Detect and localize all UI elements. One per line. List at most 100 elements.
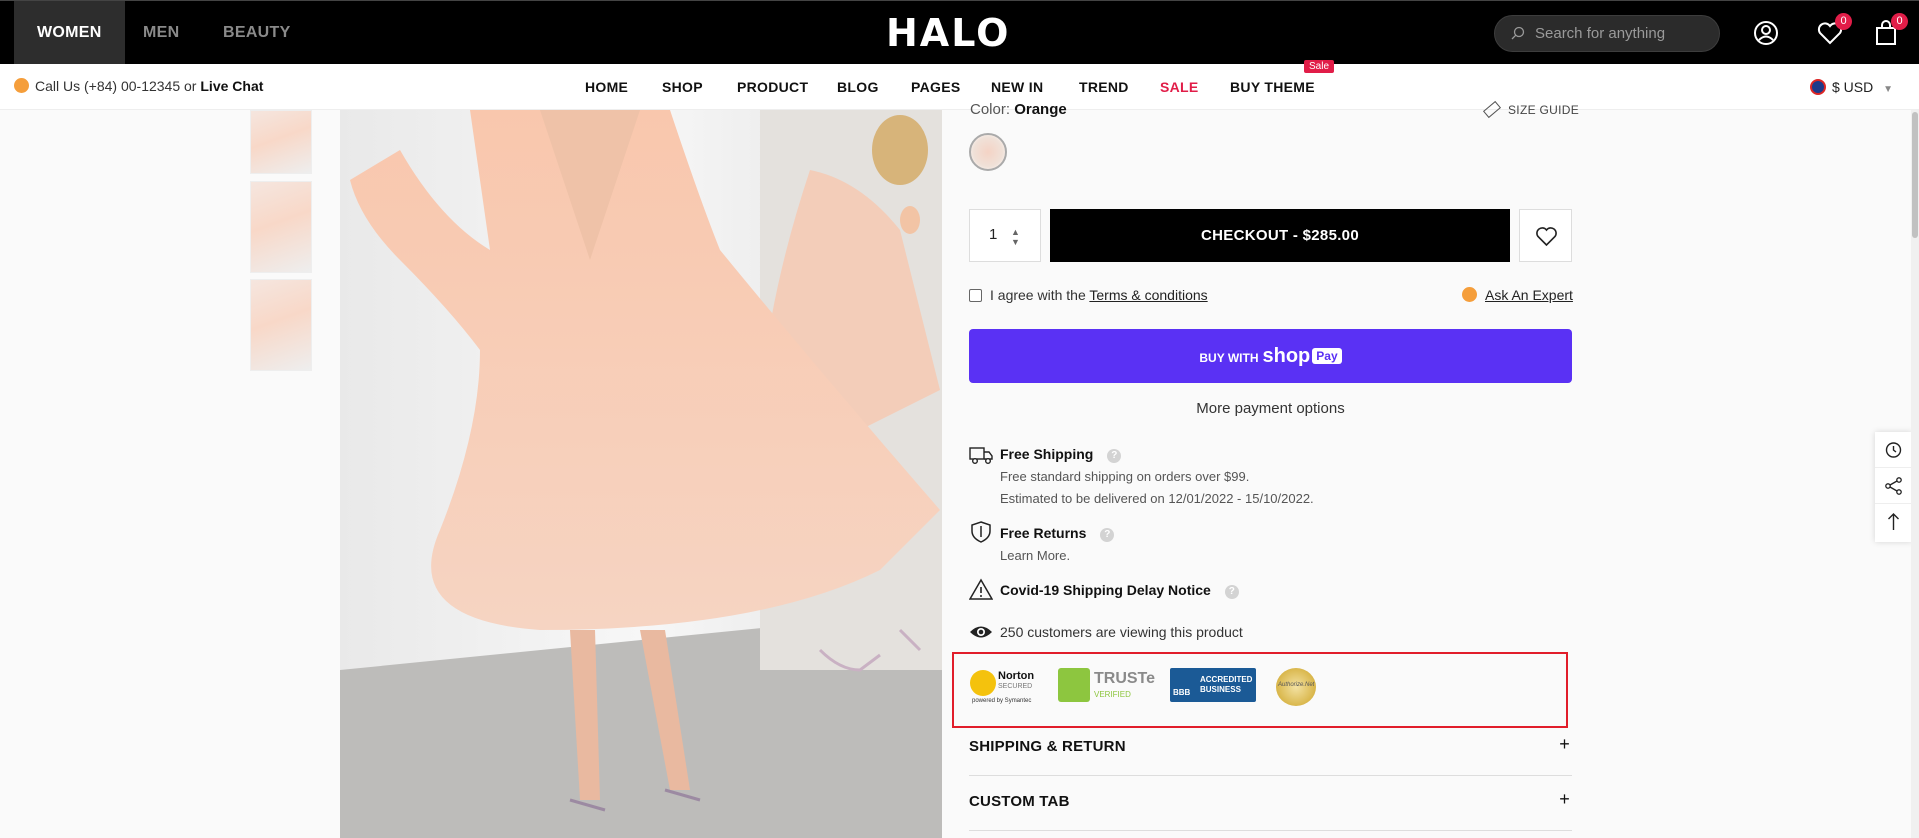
terms-agreement[interactable]: I agree with the Terms & conditions <box>969 287 1208 303</box>
covid-notice-label: Covid-19 Shipping Delay Notice <box>1000 582 1211 598</box>
cart-button[interactable]: 0 <box>1872 13 1908 47</box>
floating-tools <box>1875 432 1912 542</box>
live-chat-link[interactable]: Live Chat <box>200 78 263 94</box>
truste-icon <box>1058 668 1090 702</box>
viewers-count: 250 customers are viewing this product <box>1000 624 1243 640</box>
recently-viewed-button[interactable] <box>1875 432 1912 468</box>
truste-verified: VERIFIED <box>1094 690 1131 699</box>
call-text: Call Us (+84) 00-12345 or <box>35 78 197 94</box>
authorize-net-label: Authorize.Net <box>1278 682 1315 688</box>
color-label: Color: Orange <box>970 101 1067 118</box>
plus-icon[interactable]: + <box>1559 789 1570 810</box>
truck-icon <box>969 447 993 464</box>
sale-badge: Sale <box>1304 60 1335 73</box>
product-thumbnail[interactable] <box>250 279 312 371</box>
help-icon[interactable]: ? <box>1100 528 1115 542</box>
search-icon <box>1511 26 1525 40</box>
arrow-up-icon <box>1888 513 1899 530</box>
quantity-stepper[interactable]: 1 ▲ ▼ <box>969 209 1041 262</box>
trust-badges: Norton SECURED powered by Symantec TRUST… <box>952 652 1568 728</box>
nav-sale[interactable]: SALE <box>1160 79 1199 95</box>
product-thumbnail[interactable] <box>250 110 312 174</box>
share-button[interactable] <box>1875 468 1912 504</box>
scrollbar-thumb[interactable] <box>1912 112 1918 238</box>
quantity-down-icon[interactable]: ▼ <box>1011 237 1020 247</box>
bbb-label: BBB <box>1173 688 1191 697</box>
color-swatch-orange[interactable] <box>969 133 1007 171</box>
nav-home[interactable]: HOME <box>585 79 628 95</box>
product-main-image[interactable] <box>340 110 942 838</box>
uk-flag-icon <box>1810 79 1826 95</box>
nav-buy-theme[interactable]: BUY THEME <box>1230 79 1315 95</box>
size-guide-link[interactable]: SIZE GUIDE <box>1482 100 1579 119</box>
history-icon <box>1885 442 1902 458</box>
more-payment-options-link[interactable]: More payment options <box>969 400 1572 417</box>
checkout-button[interactable]: CHECKOUT - $285.00 <box>1050 209 1510 262</box>
eye-icon <box>970 626 992 638</box>
free-returns-label: Free Returns <box>1000 525 1087 541</box>
cart-count-badge: 0 <box>1891 13 1908 30</box>
terms-link[interactable]: Terms & conditions <box>1089 287 1207 303</box>
top-bar: WOMEN MEN BEAUTY HALO 0 0 <box>0 0 1919 65</box>
help-icon[interactable]: ? <box>1224 585 1239 599</box>
call-us: Call Us (+84) 00-12345 or Live Chat <box>14 78 263 94</box>
search-input[interactable] <box>1535 16 1713 51</box>
support-avatar-icon <box>14 78 29 93</box>
nav-new-in[interactable]: NEW IN <box>991 79 1043 95</box>
tab-beauty[interactable]: BEAUTY <box>200 1 314 65</box>
wishlist-count-badge: 0 <box>1835 13 1852 30</box>
chevron-down-icon: ▼ <box>1883 84 1894 95</box>
nav-product[interactable]: PRODUCT <box>737 79 808 95</box>
free-returns-title: Free Returns? <box>1000 525 1115 542</box>
account-icon[interactable] <box>1752 19 1780 47</box>
truste-label: TRUSTe <box>1094 670 1156 687</box>
learn-more-link[interactable]: Learn More. <box>1000 548 1070 563</box>
shipping-line-1: Free standard shipping on orders over $9… <box>1000 469 1250 484</box>
search-box[interactable] <box>1494 15 1720 52</box>
nav-trend[interactable]: TREND <box>1079 79 1129 95</box>
accordion-shipping-return[interactable]: SHIPPING & RETURN + <box>969 721 1572 776</box>
nav-blog[interactable]: BLOG <box>837 79 879 95</box>
tab-men[interactable]: MEN <box>120 1 202 65</box>
warning-icon <box>969 578 993 600</box>
site-logo[interactable]: HALO <box>886 11 1010 55</box>
ruler-icon <box>1482 100 1502 119</box>
nav-shop[interactable]: SHOP <box>662 79 703 95</box>
page-scrollbar[interactable] <box>1911 110 1919 838</box>
norton-powered: powered by Symantec <box>972 698 1032 704</box>
accordion-custom-tab[interactable]: CUSTOM TAB + <box>969 776 1572 831</box>
tab-women[interactable]: WOMEN <box>14 1 125 65</box>
norton-check-icon <box>970 670 996 696</box>
agree-text: I agree with the <box>990 287 1086 303</box>
main-nav: Call Us (+84) 00-12345 or Live Chat HOME… <box>0 64 1919 110</box>
share-icon <box>1885 477 1902 495</box>
color-prefix: Color: <box>970 101 1011 118</box>
color-value: Orange <box>1014 101 1067 118</box>
shop-pay-prefix: BUY WITH <box>1199 351 1259 365</box>
accordion-title: SHIPPING & RETURN <box>969 738 1126 755</box>
quantity-value[interactable]: 1 <box>989 226 997 243</box>
add-to-wishlist-button[interactable] <box>1519 209 1572 262</box>
truste-badge: TRUSTe VERIFIED <box>1058 668 1156 704</box>
bbb-accredited: ACCREDITED <box>1200 675 1253 684</box>
heart-icon <box>1536 227 1557 247</box>
shipping-line-2: Estimated to be delivered on 12/01/2022 … <box>1000 491 1314 506</box>
terms-checkbox[interactable] <box>969 289 982 302</box>
back-to-top-button[interactable] <box>1875 504 1912 540</box>
norton-badge: Norton SECURED powered by Symantec <box>970 668 1042 704</box>
free-shipping-label: Free Shipping <box>1000 446 1094 462</box>
nav-pages[interactable]: PAGES <box>911 79 960 95</box>
bbb-business: BUSINESS <box>1200 685 1241 694</box>
product-thumbnail[interactable] <box>250 181 312 273</box>
ask-expert-label[interactable]: Ask An Expert <box>1485 287 1573 303</box>
covid-notice-title: Covid-19 Shipping Delay Notice? <box>1000 582 1239 599</box>
currency-selector[interactable]: $ USD ▼ <box>1810 79 1893 95</box>
shop-pay-button[interactable]: BUY WITH shop Pay <box>969 329 1572 383</box>
wishlist-button[interactable]: 0 <box>1816 13 1852 47</box>
ask-expert-link[interactable]: Ask An Expert <box>1462 287 1573 303</box>
help-icon[interactable]: ? <box>1107 449 1122 463</box>
currency-label: $ USD <box>1832 79 1874 95</box>
plus-icon[interactable]: + <box>1559 734 1570 755</box>
quantity-up-icon[interactable]: ▲ <box>1011 227 1020 237</box>
free-shipping-title: Free Shipping? <box>1000 446 1122 463</box>
